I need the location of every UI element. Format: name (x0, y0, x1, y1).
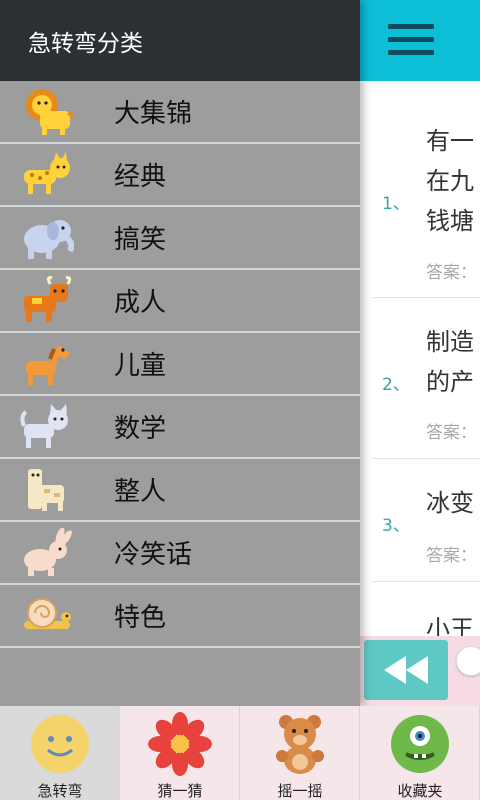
category-item-jingdian[interactable]: 经典 (0, 144, 360, 207)
rewind-icon (384, 656, 428, 684)
drawer-title: 急转弯分类 (28, 30, 143, 57)
category-item-tese[interactable]: 特色 (0, 585, 360, 648)
category-item-dajijin[interactable]: 大集锦 (0, 81, 360, 144)
lion-icon (26, 89, 74, 135)
category-drawer: 急转弯分类 大集锦 经典 搞笑 成人 儿童 数学 整人 冷笑话 特色 (0, 0, 360, 706)
hamburger-menu-icon[interactable] (388, 24, 434, 56)
divider (373, 581, 480, 582)
category-item-ertong[interactable]: 儿童 (0, 333, 360, 396)
category-label: 冷笑话 (114, 540, 193, 570)
question-number: 2、 (382, 375, 410, 395)
category-label: 成人 (114, 288, 167, 318)
category-label: 特色 (114, 603, 167, 633)
monster-icon (391, 715, 449, 773)
teddy-bear-icon (276, 715, 324, 774)
drawer-header: 急转弯分类 (0, 0, 360, 81)
category-item-zhengren[interactable]: 整人 (0, 459, 360, 522)
divider (373, 458, 480, 459)
divider (373, 297, 480, 298)
snail-icon (24, 598, 71, 629)
category-label: 大集锦 (114, 99, 193, 129)
question-list-panel: 有一 1、 在九 钱塘 答案： 制造 2、 的产 答案： 冰变 3、 答案： 小… (360, 0, 480, 706)
answer-label: 答案： (426, 546, 477, 566)
category-label: 儿童 (114, 351, 167, 381)
bottom-tab-bar: 急转弯 猜一猜 摇一摇 收藏夹 (0, 706, 480, 800)
question-number: 3、 (382, 516, 410, 536)
tab-shoucangjia[interactable]: 收藏夹 (360, 706, 480, 800)
tab-caiyicai[interactable]: 猜一猜 (120, 706, 240, 800)
bull-icon (24, 276, 72, 322)
audio-player-bar (360, 636, 480, 706)
category-label: 数学 (114, 414, 167, 444)
tab-label: 摇一摇 (277, 782, 323, 800)
giraffe-icon (28, 469, 64, 511)
category-label: 搞笑 (114, 225, 167, 255)
category-label: 经典 (114, 162, 167, 192)
tab-yaoyiyao[interactable]: 摇一摇 (240, 706, 360, 800)
flower-icon (148, 712, 212, 776)
cat-icon (20, 404, 68, 448)
tab-jizhuanwan[interactable]: 急转弯 (0, 706, 120, 800)
category-item-shuxue[interactable]: 数学 (0, 396, 360, 459)
category-label: 整人 (114, 477, 167, 507)
tab-label: 猜一猜 (157, 782, 203, 800)
question-text: 在九 (426, 167, 474, 195)
question-text: 有一 (426, 127, 474, 155)
rabbit-icon (24, 528, 72, 576)
progress-slider-knob[interactable] (456, 646, 480, 676)
category-item-chengren[interactable]: 成人 (0, 270, 360, 333)
smiley-icon (31, 715, 89, 773)
answer-label: 答案： (426, 423, 477, 443)
category-item-lengxiaohua[interactable]: 冷笑话 (0, 522, 360, 585)
question-text: 的产 (426, 368, 474, 396)
question-text: 制造 (426, 328, 474, 356)
question-text: 冰变 (426, 489, 474, 517)
leopard-icon (24, 152, 70, 194)
content-toolbar (360, 0, 480, 81)
answer-label: 答案： (426, 263, 477, 283)
tab-label: 急转弯 (37, 782, 83, 800)
tab-label: 收藏夹 (397, 782, 443, 800)
rewind-button[interactable] (364, 640, 448, 700)
horse-icon (26, 345, 70, 385)
question-number: 1、 (382, 194, 410, 214)
category-item-gaoxiao[interactable]: 搞笑 (0, 207, 360, 270)
elephant-icon (24, 220, 74, 259)
question-text: 钱塘 (426, 207, 474, 235)
